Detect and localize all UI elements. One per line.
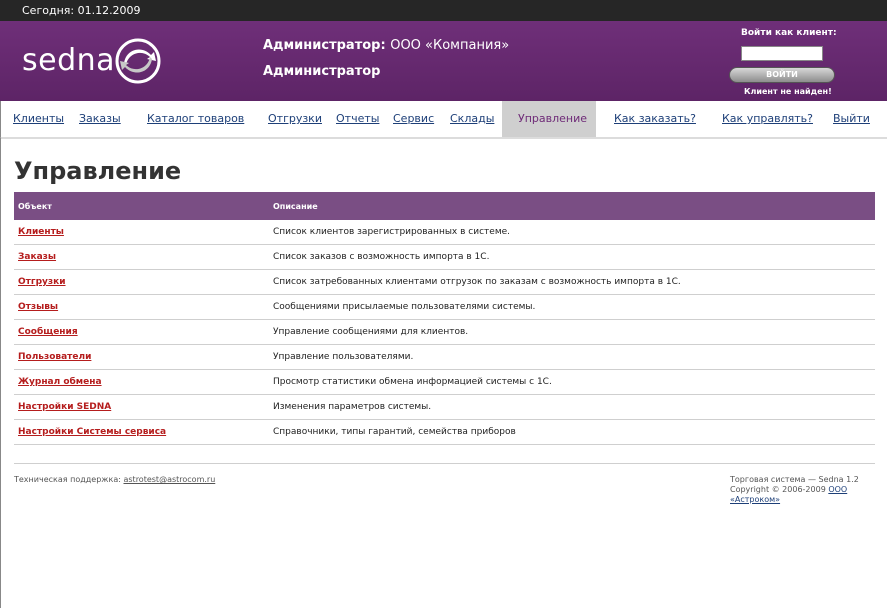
object-link[interactable]: Заказы: [18, 252, 56, 262]
nav-item-how-to-manage[interactable]: Как управлять?: [722, 112, 813, 125]
column-header-description: Описание: [269, 192, 875, 220]
login-button[interactable]: ВОЙТИ: [729, 67, 835, 83]
object-link[interactable]: Пользователи: [18, 352, 91, 362]
object-description: Справочники, типы гарантий, семейства пр…: [269, 419, 875, 445]
management-table: Объект Описание Клиенты Список клиентов …: [14, 192, 875, 445]
object-description: Список затребованных клиентами отгрузок …: [269, 269, 875, 295]
copyright-text: Copyright © 2006-2009: [730, 485, 826, 494]
nav-item-shipments[interactable]: Отгрузки: [268, 112, 322, 125]
object-link[interactable]: Отзывы: [18, 302, 58, 312]
support-email-link[interactable]: astrotest@astrocom.ru: [123, 475, 215, 484]
logo-text: sedna: [22, 43, 116, 78]
object-link[interactable]: Настройки Системы сервиса: [18, 427, 166, 437]
table-row: Клиенты Список клиентов зарегистрированн…: [14, 220, 875, 245]
admin-org-line: Администратор: ООО «Компания»: [263, 38, 509, 53]
table-row: Сообщения Управление сообщениями для кли…: [14, 319, 875, 345]
nav-item-management-label: Управление: [518, 112, 588, 125]
nav-item-clients[interactable]: Клиенты: [13, 112, 64, 125]
client-login-input[interactable]: [741, 46, 823, 61]
nav-item-service[interactable]: Сервис: [393, 112, 434, 125]
org-name: ООО «Компания»: [390, 38, 510, 53]
table-row: Настройки SEDNA Изменения параметров сис…: [14, 394, 875, 420]
nav-item-catalog[interactable]: Каталог товаров: [147, 112, 244, 125]
table-row: Настройки Системы сервиса Справочники, т…: [14, 419, 875, 445]
nav-item-logout[interactable]: Выйти: [833, 112, 870, 125]
column-header-object: Объект: [14, 192, 269, 220]
main-nav: Клиенты Заказы Каталог товаров Отгрузки …: [0, 101, 887, 139]
footer-copyright: Торговая система — Sedna 1.2 Copyright ©…: [730, 475, 887, 505]
admin-label: Администратор:: [263, 38, 386, 53]
table-header-row: Объект Описание: [14, 192, 875, 220]
object-description: Просмотр статистики обмена информацией с…: [269, 369, 875, 395]
object-description: Управление сообщениями для клиентов.: [269, 319, 875, 345]
table-row: Заказы Список заказов с возможность импо…: [14, 244, 875, 270]
nav-item-reports[interactable]: Отчеты: [336, 112, 379, 125]
user-role: Администратор: [263, 64, 381, 79]
footer-divider: [14, 463, 875, 464]
footer-support: Техническая поддержка: astrotest@astroco…: [14, 475, 215, 484]
nav-item-how-to-order[interactable]: Как заказать?: [614, 112, 696, 125]
logo-icon: [115, 38, 161, 84]
object-description: Изменения параметров системы.: [269, 394, 875, 420]
object-link[interactable]: Сообщения: [18, 327, 78, 337]
top-bar: Сегодня: 01.12.2009: [0, 0, 887, 21]
object-link[interactable]: Настройки SEDNA: [18, 402, 111, 412]
table-row: Пользователи Управление пользователями.: [14, 344, 875, 370]
table-row: Журнал обмена Просмотр статистики обмена…: [14, 369, 875, 395]
support-label: Техническая поддержка:: [14, 475, 121, 484]
current-date: Сегодня: 01.12.2009: [22, 4, 141, 17]
login-error-message: Клиент не найден!: [744, 87, 832, 96]
login-label: Войти как клиент:: [741, 28, 837, 38]
object-description: Сообщениями присылаемые пользователями с…: [269, 294, 875, 320]
nav-item-warehouses[interactable]: Склады: [450, 112, 494, 125]
object-link[interactable]: Клиенты: [18, 227, 64, 237]
table-row: Отзывы Сообщениями присылаемые пользоват…: [14, 294, 875, 320]
object-link[interactable]: Отгрузки: [18, 277, 66, 287]
object-description: Список заказов с возможность импорта в 1…: [269, 244, 875, 270]
nav-item-management[interactable]: Управление: [502, 101, 596, 137]
page-title: Управление: [14, 157, 182, 185]
nav-item-orders[interactable]: Заказы: [79, 112, 121, 125]
object-link[interactable]: Журнал обмена: [18, 377, 102, 387]
object-description: Управление пользователями.: [269, 344, 875, 370]
system-name: Торговая система — Sedna 1.2: [730, 475, 859, 484]
table-row: Отгрузки Список затребованных клиентами …: [14, 269, 875, 295]
header: sedna Администратор: ООО «Компания» Адми…: [0, 21, 887, 101]
object-description: Список клиентов зарегистрированных в сис…: [269, 220, 875, 245]
left-border: [0, 138, 1, 608]
